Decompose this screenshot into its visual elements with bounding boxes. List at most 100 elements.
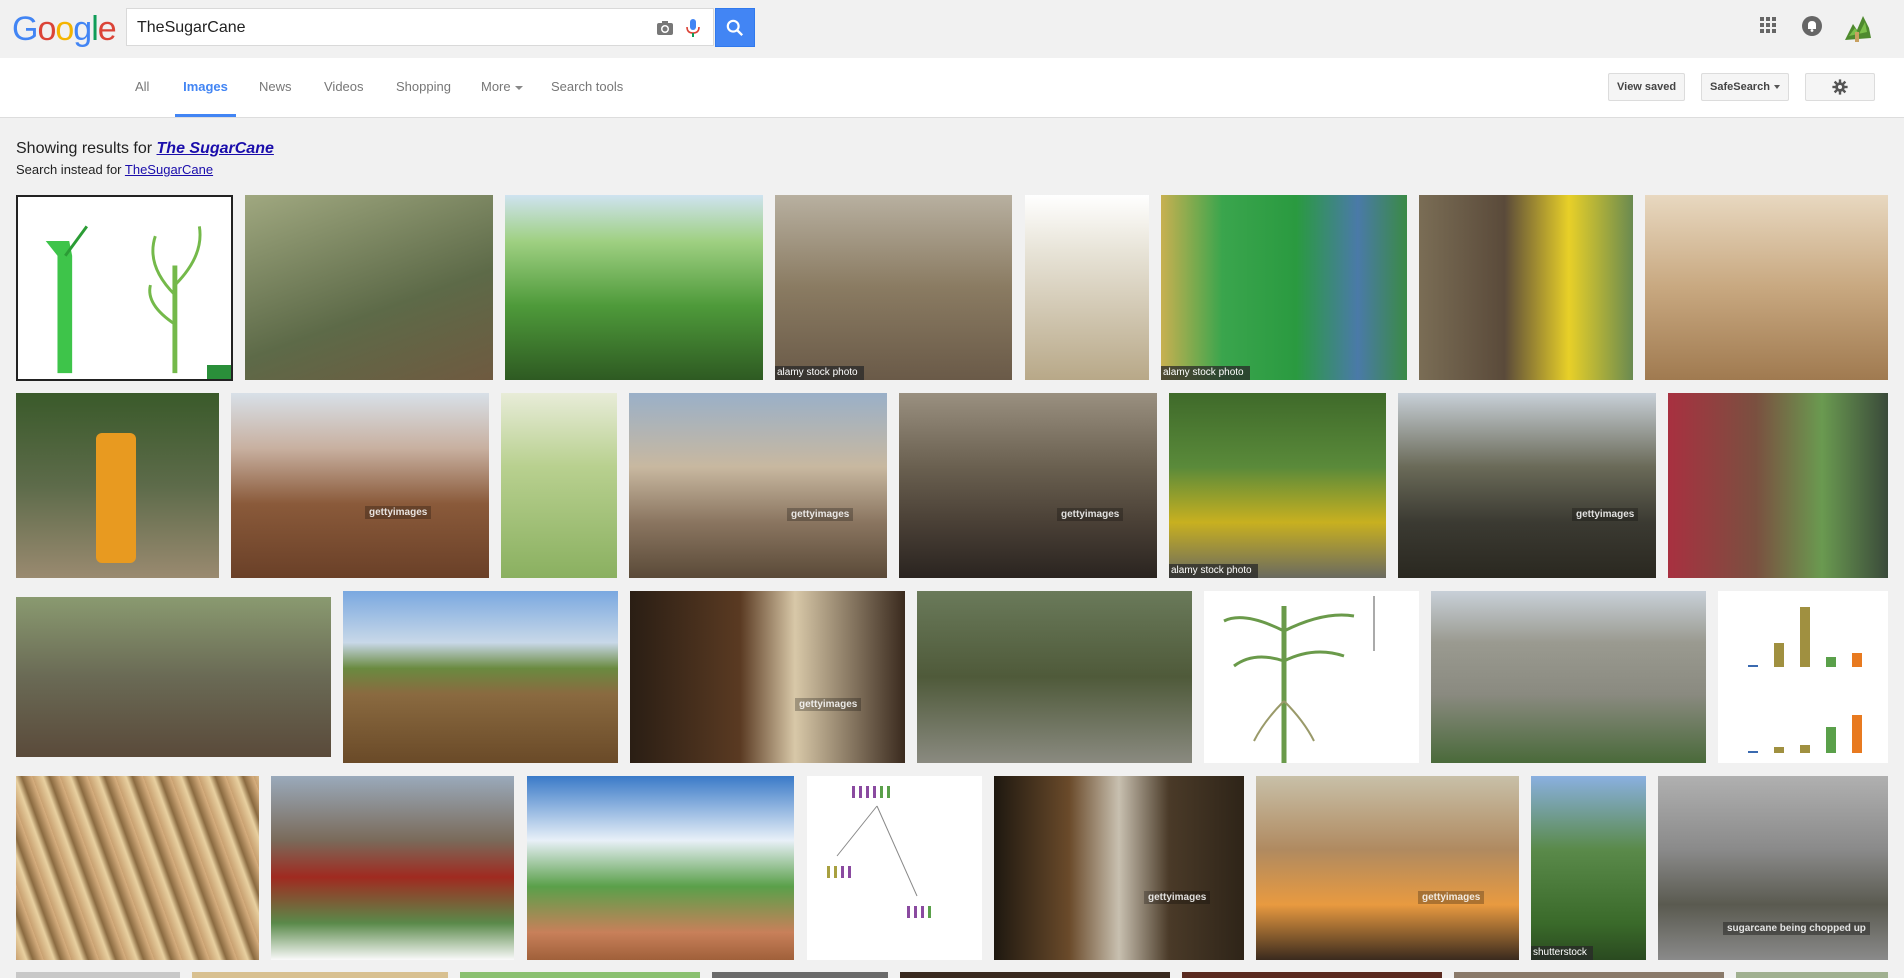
original-query-link[interactable]: TheSugarCane [125, 162, 213, 177]
getty-watermark: gettyimages [1418, 891, 1485, 904]
image-result[interactable] [712, 972, 888, 978]
image-result[interactable] [501, 393, 617, 578]
chevron-down-icon [1773, 85, 1780, 90]
image-result[interactable] [1204, 591, 1419, 763]
image-result[interactable] [16, 776, 259, 960]
safesearch-label: SafeSearch [1710, 81, 1770, 93]
image-result[interactable] [16, 195, 233, 381]
logo-letter: g [73, 10, 92, 48]
tab-shopping[interactable]: Shopping [396, 58, 451, 117]
image-result[interactable] [460, 972, 700, 978]
image-result[interactable] [1454, 972, 1724, 978]
gear-icon [1832, 79, 1848, 95]
plant-diagram-icon [1223, 596, 1375, 763]
image-result[interactable]: gettyimages [630, 591, 905, 763]
logo-letter: o [37, 10, 56, 48]
tabs-bar: All Images News Videos Shopping More Sea… [0, 58, 1904, 118]
image-result[interactable] [917, 591, 1192, 763]
image-result[interactable] [807, 776, 982, 960]
image-result[interactable]: gettyimages [231, 393, 489, 578]
image-result[interactable]: gettyimages [629, 393, 887, 578]
view-saved-label: View saved [1617, 81, 1677, 93]
alamy-badge: alamy stock photo [1161, 366, 1250, 380]
instead-prefix: Search instead for [16, 162, 122, 177]
image-result[interactable] [505, 195, 763, 380]
image-result[interactable]: alamy stock photo [1169, 393, 1386, 578]
alamy-badge: alamy stock photo [1169, 564, 1258, 578]
microphone-icon[interactable] [683, 18, 703, 38]
google-logo[interactable]: Google [12, 8, 117, 50]
image-result[interactable]: gettyimages [1398, 393, 1656, 578]
bar-chart-thumbnail-icon [1748, 607, 1862, 753]
tab-more[interactable]: More [481, 58, 523, 117]
image-result[interactable] [16, 393, 219, 578]
image-result[interactable] [1419, 195, 1633, 380]
getty-watermark: gettyimages [365, 506, 432, 519]
getty-watermark: gettyimages [1057, 508, 1124, 521]
image-result[interactable] [245, 195, 493, 380]
corrected-query-link[interactable]: The SugarCane [157, 140, 274, 157]
image-result[interactable]: gettyimages [994, 776, 1244, 960]
search-input[interactable] [135, 9, 639, 47]
tab-news[interactable]: News [259, 58, 292, 117]
showing-results-text: Showing results for The SugarCane [16, 140, 274, 158]
logo-letter: o [55, 10, 74, 48]
settings-button[interactable] [1805, 73, 1875, 101]
image-result[interactable] [1645, 195, 1888, 380]
tab-label: Images [183, 79, 228, 94]
image-result[interactable] [1025, 195, 1149, 380]
search-instead-text: Search instead for TheSugarCane [16, 162, 213, 177]
tab-images[interactable]: Images [175, 58, 236, 117]
getty-watermark: gettyimages [787, 508, 854, 521]
image-result[interactable] [16, 597, 331, 757]
image-result[interactable] [1736, 972, 1888, 978]
header: Google [0, 0, 1904, 58]
image-result[interactable] [1668, 393, 1888, 578]
image-result[interactable] [527, 776, 794, 960]
tab-videos[interactable]: Videos [324, 58, 364, 117]
image-caption: sugarcane being chopped up [1723, 922, 1870, 935]
search-button[interactable] [715, 8, 755, 47]
image-result[interactable]: gettyimages [899, 393, 1157, 578]
image-result[interactable] [343, 591, 618, 763]
image-result[interactable] [900, 972, 1170, 978]
showing-prefix: Showing results for [16, 140, 153, 157]
search-icon [726, 19, 744, 37]
image-result[interactable]: sugarcane being chopped up [1658, 776, 1888, 960]
tab-label: All [135, 79, 150, 94]
apps-grid-icon[interactable] [1760, 17, 1776, 33]
zoom-icon [207, 365, 231, 379]
tab-label: Videos [324, 79, 364, 94]
image-result[interactable] [1431, 591, 1706, 763]
tab-label: Shopping [396, 79, 451, 94]
logo-letter: e [97, 10, 117, 48]
camera-icon[interactable] [655, 18, 675, 38]
tab-label: More [481, 79, 511, 94]
image-result[interactable]: shutterstock [1531, 776, 1646, 960]
image-result[interactable] [16, 972, 180, 978]
genetics-diagram-icon [827, 786, 931, 918]
view-saved-button[interactable]: View saved [1608, 73, 1686, 101]
image-result[interactable] [271, 776, 514, 960]
image-result[interactable] [1718, 591, 1888, 763]
getty-watermark: gettyimages [795, 698, 862, 711]
getty-watermark: gettyimages [1144, 891, 1211, 904]
chevron-down-icon [514, 85, 523, 90]
tab-search-tools[interactable]: Search tools [551, 58, 623, 117]
avatar[interactable] [1841, 10, 1875, 44]
alamy-badge: alamy stock photo [775, 366, 864, 380]
image-result[interactable]: gettyimages [1256, 776, 1519, 960]
leaf-diagram-icon [45, 225, 202, 374]
image-result[interactable]: alamy stock photo [1161, 195, 1407, 380]
image-result[interactable]: alamy stock photo [775, 195, 1012, 380]
tab-label: Search tools [551, 79, 624, 94]
notifications-bell-icon[interactable] [1802, 16, 1822, 36]
logo-letter: G [12, 10, 38, 48]
juice-bottle [96, 433, 136, 563]
safesearch-dropdown[interactable]: SafeSearch [1701, 73, 1789, 101]
shutterstock-badge: shutterstock [1531, 946, 1593, 960]
tab-all[interactable]: All [135, 58, 149, 117]
image-result[interactable] [1182, 972, 1442, 978]
search-box [126, 8, 714, 47]
image-result[interactable] [192, 972, 448, 978]
